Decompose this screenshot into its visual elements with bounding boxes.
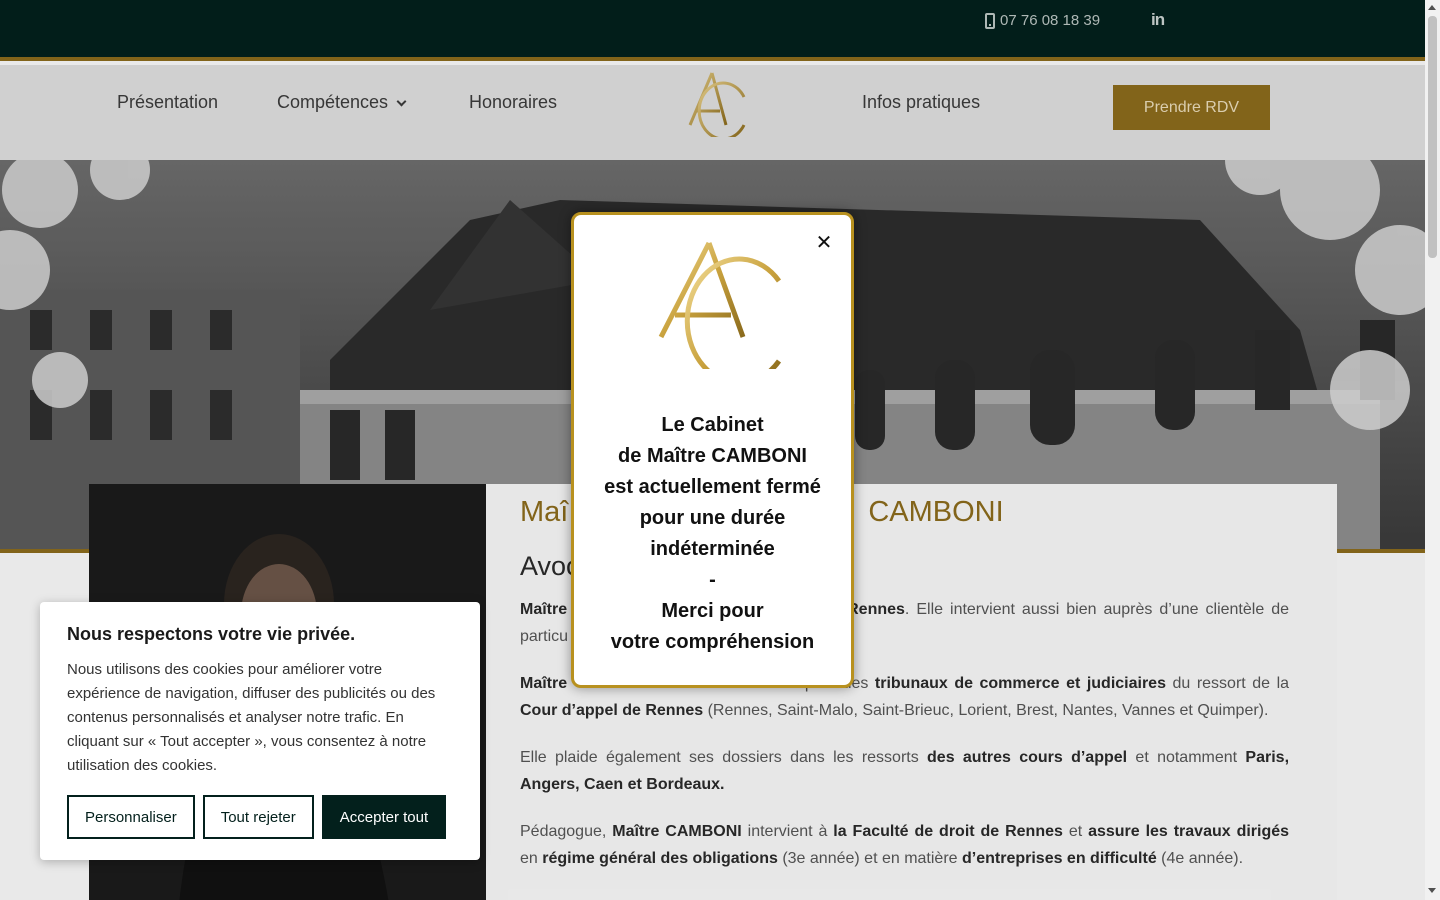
cookie-title: Nous respectons votre vie privée. [67, 624, 356, 644]
accept-all-button[interactable]: Accepter tout [321, 795, 447, 839]
cookie-banner: Nous respectons votre vie privée. Nous u… [40, 602, 480, 860]
scrollbar-thumb[interactable] [1428, 16, 1437, 258]
cookie-text: Nous utilisons des cookies pour améliore… [67, 661, 436, 774]
reject-all-button[interactable]: Tout rejeter [202, 795, 314, 839]
customize-button[interactable]: Personnaliser [67, 795, 195, 839]
page: 07 76 08 18 39 in Présentation Compétenc… [0, 0, 1425, 900]
cookie-actions: Personnaliser Tout rejeter Accepter tout [67, 795, 453, 839]
scroll-up-icon[interactable] [1428, 5, 1436, 10]
closure-modal: ✕ Le Cabinet de Maître CAMBONI est actue… [571, 212, 854, 688]
scrollbar[interactable] [1425, 0, 1440, 900]
close-icon[interactable]: ✕ [814, 232, 834, 252]
closure-message: Le Cabinet de Maître CAMBONI est actuell… [604, 414, 821, 653]
ac-logo-icon [647, 237, 784, 386]
scroll-down-icon[interactable] [1428, 888, 1436, 893]
